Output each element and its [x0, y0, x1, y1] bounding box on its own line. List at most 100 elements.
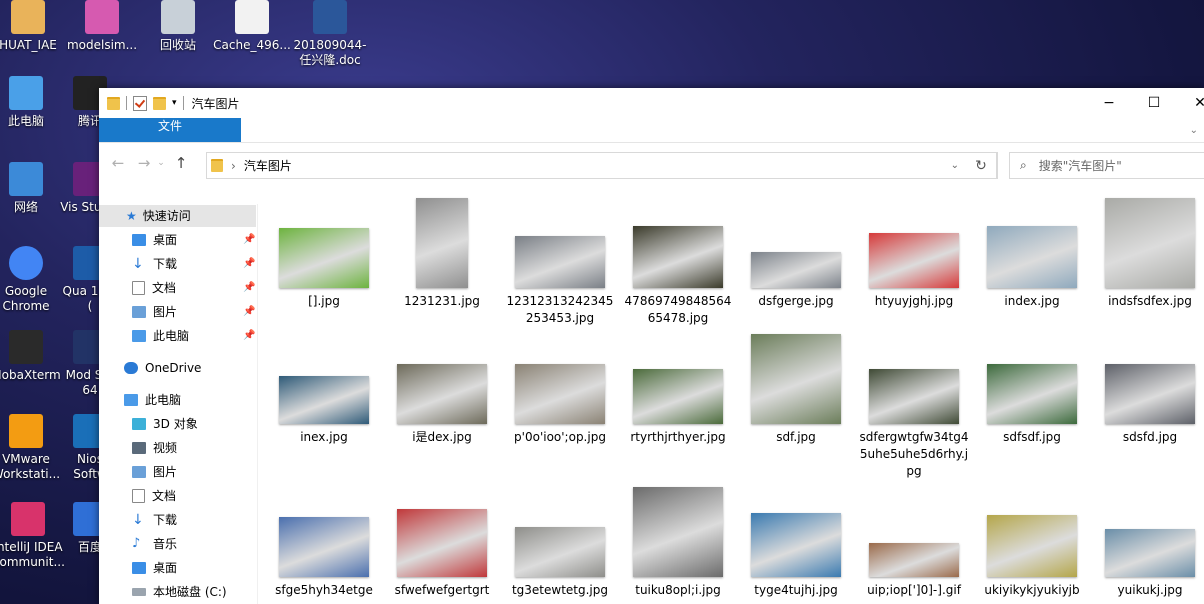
file-thumbnail[interactable]: [397, 509, 487, 577]
file-item[interactable]: 1231231.jpg: [387, 293, 497, 310]
file-thumbnail[interactable]: [515, 364, 605, 424]
file-item[interactable]: sdf.jpg: [741, 429, 851, 446]
desktop-icon-network[interactable]: 网络: [0, 162, 66, 215]
file-item[interactable]: index.jpg: [977, 293, 1087, 310]
file-item[interactable]: ukiyikykjyukiyjb: [977, 582, 1087, 599]
nav-documents-quick[interactable]: 文档: [132, 277, 176, 299]
ribbon-expand-icon[interactable]: ⌄: [1190, 125, 1198, 136]
maximize-button[interactable]: ☐: [1131, 88, 1177, 118]
file-thumbnail[interactable]: [987, 515, 1077, 577]
file-thumbnail[interactable]: [751, 252, 841, 288]
file-thumbnail[interactable]: [279, 517, 369, 577]
file-thumbnail[interactable]: [633, 487, 723, 577]
desktop-icon-cache[interactable]: Cache_496...: [212, 0, 292, 53]
file-item[interactable]: sfwefwefgertgrt: [387, 582, 497, 599]
file-thumbnail[interactable]: [279, 228, 369, 288]
pin-icon[interactable]: 📌: [243, 330, 255, 341]
file-thumbnail[interactable]: [1105, 529, 1195, 577]
nav-desktop[interactable]: 桌面: [132, 557, 177, 579]
file-item[interactable]: sdfsdf.jpg: [977, 429, 1087, 446]
nav-downloads[interactable]: ↓ 下载: [132, 509, 177, 531]
nav-onedrive[interactable]: OneDrive: [124, 357, 201, 379]
file-item[interactable]: rtyrthjrthyer.jpg: [623, 429, 733, 446]
file-item[interactable]: [].jpg: [269, 293, 379, 310]
file-item[interactable]: tyge4tujhj.jpg: [741, 582, 851, 599]
pin-icon[interactable]: 📌: [243, 282, 255, 293]
pin-icon[interactable]: 📌: [243, 306, 255, 317]
file-thumbnail[interactable]: [416, 198, 468, 288]
new-folder-icon[interactable]: [153, 96, 166, 110]
file-thumbnail[interactable]: [751, 334, 841, 424]
refresh-button[interactable]: ↻: [966, 152, 997, 179]
file-item[interactable]: uip;iop[']0]-].gif: [859, 582, 969, 599]
file-item[interactable]: tg3etewtetg.jpg: [505, 582, 615, 599]
file-thumbnail[interactable]: [751, 513, 841, 577]
desktop-icon-modelsim[interactable]: modelsim...: [62, 0, 142, 53]
file-item[interactable]: sfge5hyh34etge: [269, 582, 379, 599]
desktop-icon-doc[interactable]: 201809044-任兴隆.doc: [288, 0, 372, 68]
pin-icon[interactable]: 📌: [243, 234, 255, 245]
nav-downloads-quick[interactable]: ↓ 下载: [132, 253, 177, 275]
desktop-icon-recycle-bin[interactable]: 回收站: [138, 0, 218, 53]
nav-quick-access[interactable]: ★ 快速访问: [99, 205, 256, 227]
file-thumbnail[interactable]: [1105, 364, 1195, 424]
nav-videos[interactable]: 视频: [132, 437, 177, 459]
file-thumbnail[interactable]: [515, 527, 605, 577]
desktop-icon-huat[interactable]: HUAT_IAE: [0, 0, 68, 53]
nav-this-pc[interactable]: 此电脑: [124, 389, 181, 411]
file-thumbnail[interactable]: [1105, 198, 1195, 288]
file-item[interactable]: 12312313242345253453.jpg: [505, 293, 615, 327]
close-button[interactable]: ✕: [1177, 88, 1204, 118]
address-bar[interactable]: › 汽车图片 ⌄: [206, 152, 998, 179]
file-thumbnail[interactable]: [987, 226, 1077, 288]
nav-local-disk[interactable]: 本地磁盘 (C:): [132, 581, 227, 603]
file-thumbnail[interactable]: [515, 236, 605, 288]
customize-toolbar-chevron-icon[interactable]: ▾: [172, 98, 177, 108]
nav-music[interactable]: ♪ 音乐: [132, 533, 177, 555]
properties-icon[interactable]: [133, 95, 147, 111]
file-thumbnail[interactable]: [987, 364, 1077, 424]
nav-this-pc-quick[interactable]: 此电脑: [132, 325, 189, 347]
up-button[interactable]: ↑: [170, 154, 192, 172]
pane-divider[interactable]: [257, 204, 258, 604]
file-thumbnail[interactable]: [633, 226, 723, 288]
file-item[interactable]: dsfgerge.jpg: [741, 293, 851, 310]
nav-pictures-quick[interactable]: 图片: [132, 301, 177, 323]
file-thumbnail[interactable]: [869, 233, 959, 288]
minimize-button[interactable]: −: [1086, 88, 1132, 118]
desktop-icon-intellij[interactable]: IntelliJ IDEA Communit...: [0, 502, 68, 570]
recent-locations-chevron-icon[interactable]: ⌄: [155, 158, 167, 168]
file-item[interactable]: p'0o'ioo';op.jpg: [505, 429, 615, 446]
file-item[interactable]: i是dex.jpg: [387, 429, 497, 446]
file-item[interactable]: yuikukj.jpg: [1095, 582, 1204, 599]
tab-file[interactable]: 文件: [99, 118, 241, 142]
file-item[interactable]: tuiku8opl;i.jpg: [623, 582, 733, 599]
back-button[interactable]: ←: [107, 154, 129, 172]
title-bar[interactable]: ▾ 汽车图片 − ☐ ✕: [99, 88, 1204, 118]
desktop-icon-mobaxterm[interactable]: MobaXterm: [0, 330, 66, 383]
breadcrumb[interactable]: 汽车图片: [244, 157, 292, 174]
breadcrumb-chevron-icon[interactable]: ›: [231, 159, 236, 173]
file-thumbnail[interactable]: [397, 364, 487, 424]
nav-documents[interactable]: 文档: [132, 485, 176, 507]
nav-3d-objects[interactable]: 3D 对象: [132, 413, 198, 435]
desktop-icon-chrome[interactable]: Google Chrome: [0, 246, 66, 314]
file-thumbnail[interactable]: [633, 369, 723, 424]
desktop-icon-vmware[interactable]: VMware Workstati...: [0, 414, 66, 482]
address-dropdown-icon[interactable]: ⌄: [951, 160, 959, 171]
file-item[interactable]: sdfergwtgfw34tg45uhe5uhe5d6rhy.jpg: [859, 429, 969, 480]
desktop-icon-this-pc[interactable]: 此电脑: [0, 76, 66, 129]
file-item[interactable]: indsfsdfex.jpg: [1095, 293, 1204, 310]
search-input[interactable]: ⌕ 搜索"汽车图片": [1009, 152, 1204, 179]
forward-button[interactable]: →: [133, 154, 155, 172]
file-item[interactable]: sdsfd.jpg: [1095, 429, 1204, 446]
file-thumbnail[interactable]: [869, 543, 959, 577]
file-thumbnail[interactable]: [279, 376, 369, 424]
nav-desktop-quick[interactable]: 桌面: [132, 229, 177, 251]
file-item[interactable]: 4786974984856465478.jpg: [623, 293, 733, 327]
file-item[interactable]: inex.jpg: [269, 429, 379, 446]
file-thumbnail[interactable]: [869, 369, 959, 424]
file-item[interactable]: htyuyjghj.jpg: [859, 293, 969, 310]
nav-pictures[interactable]: 图片: [132, 461, 177, 483]
pin-icon[interactable]: 📌: [243, 258, 255, 269]
